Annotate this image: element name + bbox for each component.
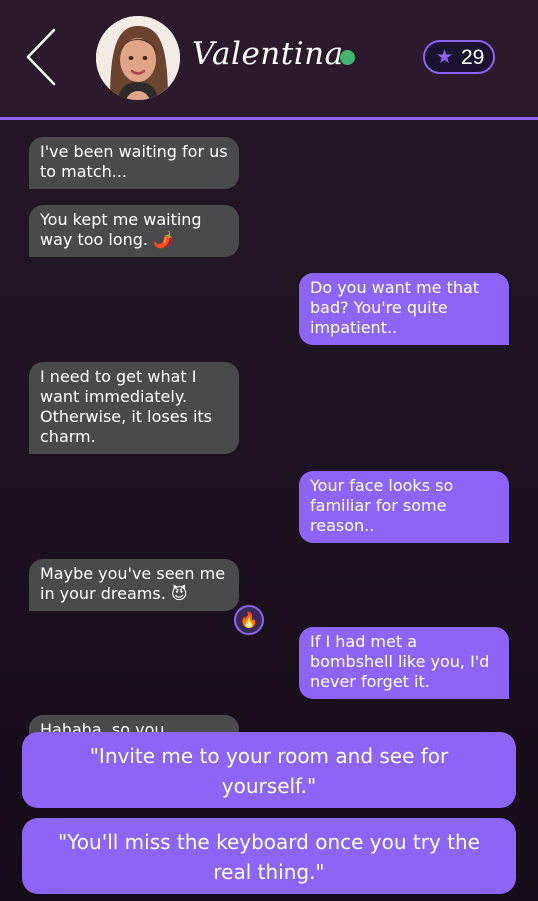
message-incoming: I've been waiting for us to match... <box>29 137 239 189</box>
message-incoming: Maybe you've seen me in your dreams. 😈 <box>29 559 239 611</box>
star-icon: ★ <box>436 46 454 68</box>
avatar-portrait-icon <box>96 16 180 100</box>
avatar[interactable] <box>96 16 180 100</box>
contact-name: Valentina <box>192 36 344 72</box>
message-incoming: I need to get what I want immediately. O… <box>29 362 239 454</box>
points-count: 29 <box>461 46 485 69</box>
online-status-dot <box>340 50 355 65</box>
message-outgoing: Your face looks so familiar for some rea… <box>299 471 509 543</box>
header-divider <box>0 117 538 120</box>
message-outgoing: Do you want me that bad? You're quite im… <box>299 273 509 345</box>
message-incoming: You kept me waiting way too long. 🌶️ <box>29 205 239 257</box>
reply-option-1[interactable]: "Invite me to your room and see for your… <box>22 732 516 808</box>
reply-option-2[interactable]: "You'll miss the keyboard once you try t… <box>22 818 516 894</box>
message-outgoing: If I had met a bombshell like you, I'd n… <box>299 627 509 699</box>
points-badge[interactable]: ★ 29 <box>423 40 495 74</box>
fire-reaction-icon[interactable]: 🔥 <box>234 605 264 635</box>
back-arrow-icon[interactable] <box>22 26 62 88</box>
